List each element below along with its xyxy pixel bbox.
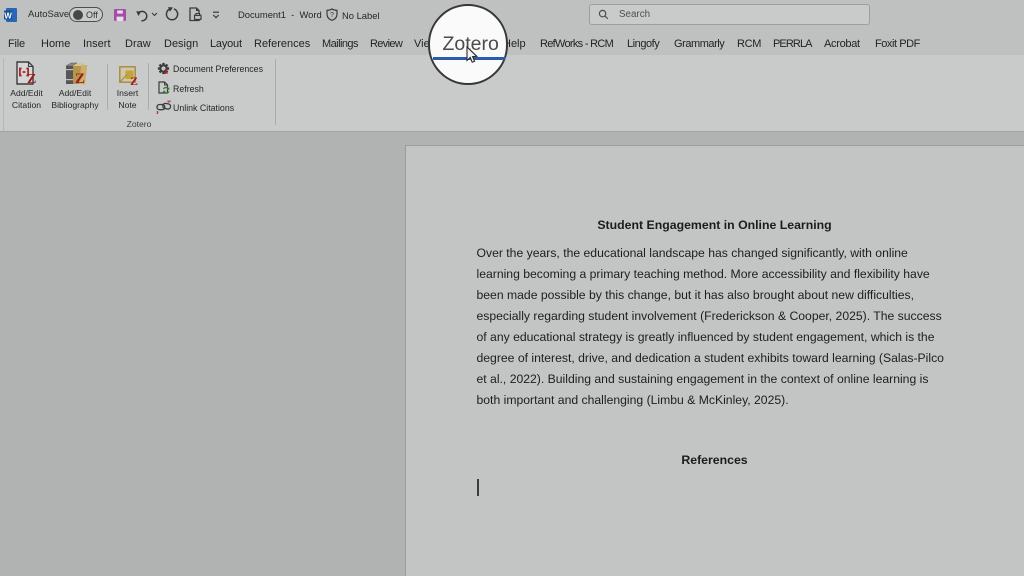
svg-text:?: ? [330, 12, 334, 19]
svg-text:W: W [4, 12, 12, 21]
